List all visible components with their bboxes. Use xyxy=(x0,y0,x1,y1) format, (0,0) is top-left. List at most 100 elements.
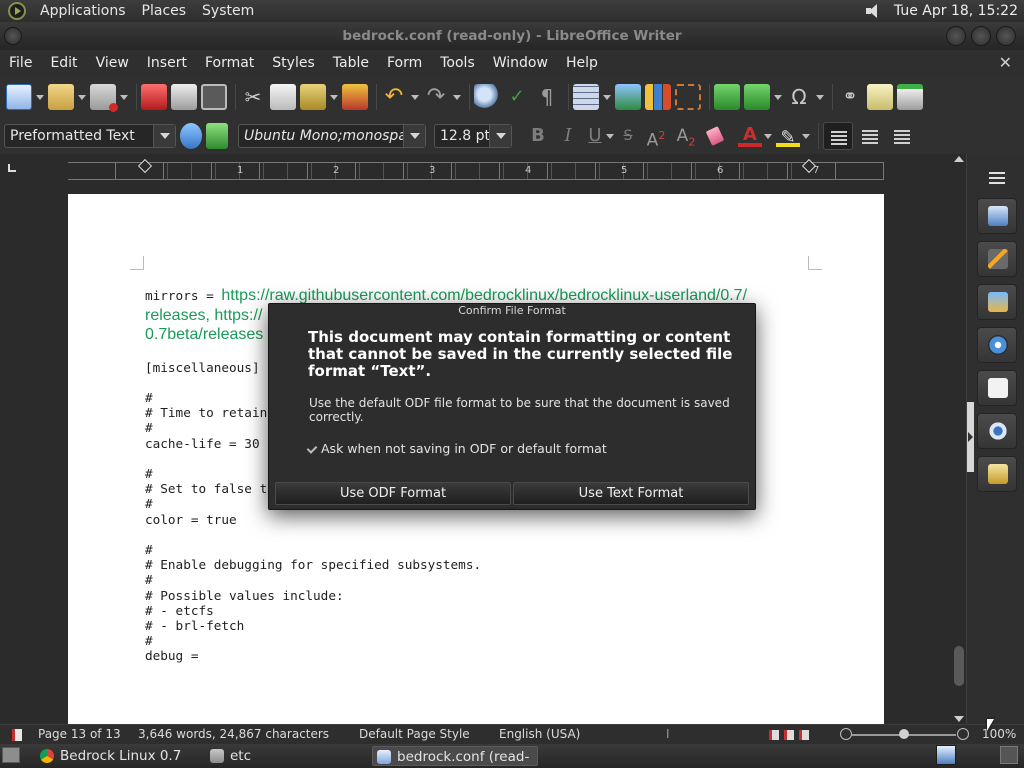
menu-insert[interactable]: Insert xyxy=(138,55,196,71)
zoom-slider-knob[interactable] xyxy=(899,729,909,739)
single-page-view-icon[interactable] xyxy=(769,730,779,740)
status-page-number[interactable]: Page 13 of 13 xyxy=(38,727,121,741)
menu-form[interactable]: Form xyxy=(378,55,431,71)
vertical-scrollbar[interactable] xyxy=(952,154,966,724)
undo-dropdown-icon[interactable] xyxy=(411,84,419,110)
mirror-link[interactable]: https://raw.githubusercontent.com/bedroc… xyxy=(221,287,747,304)
insert-chart-icon[interactable] xyxy=(645,84,671,110)
save-icon[interactable] xyxy=(90,84,118,112)
tab-stop-selector-icon[interactable] xyxy=(8,164,16,172)
underline-dropdown-icon[interactable] xyxy=(606,123,614,149)
status-language[interactable]: English (USA) xyxy=(499,727,580,741)
use-text-format-button[interactable]: Use Text Format xyxy=(513,482,749,505)
spelling-icon[interactable]: ✓ xyxy=(504,84,530,110)
sidebar-manage-changes-button[interactable] xyxy=(977,456,1017,492)
sidebar-styles-button[interactable] xyxy=(977,241,1017,277)
task-browser[interactable]: Bedrock Linux 0.7 P... xyxy=(36,746,200,766)
menu-edit[interactable]: Edit xyxy=(41,55,86,71)
horizontal-ruler[interactable]: 1 2 3 4 5 6 7 xyxy=(68,158,884,180)
multi-page-view-icon[interactable] xyxy=(784,730,794,740)
new-style-icon[interactable] xyxy=(206,123,228,149)
task-folder[interactable]: etc xyxy=(206,746,356,766)
close-document-icon[interactable]: ✕ xyxy=(999,53,1012,72)
maximize-button[interactable] xyxy=(971,26,991,46)
distro-logo-icon[interactable] xyxy=(8,2,26,20)
export-pdf-icon[interactable] xyxy=(141,84,167,110)
insert-textbox-icon[interactable] xyxy=(675,84,701,110)
cut-icon[interactable]: ✂ xyxy=(240,84,266,110)
undo-icon[interactable]: ↶ xyxy=(381,84,407,110)
insert-header-icon[interactable] xyxy=(897,84,923,110)
font-color-button[interactable]: A xyxy=(738,125,762,147)
font-color-dropdown-icon[interactable] xyxy=(764,123,772,149)
subscript-button[interactable]: A2 xyxy=(674,123,698,149)
special-character-icon[interactable]: Ω xyxy=(786,84,812,110)
update-style-icon[interactable] xyxy=(180,123,202,149)
mirror-link[interactable]: 0.7beta/releases xyxy=(145,326,263,343)
bold-button[interactable]: B xyxy=(526,123,550,149)
redo-dropdown-icon[interactable] xyxy=(453,84,461,110)
paragraph-style-combo[interactable]: Preformatted Text xyxy=(4,124,176,148)
ask-odf-checkbox[interactable]: Ask when not saving in ODF or default fo… xyxy=(306,441,607,456)
special-character-dropdown-icon[interactable] xyxy=(816,84,824,110)
mirror-link[interactable]: releases, https:// xyxy=(145,307,262,324)
hyperlink-icon[interactable]: ⚭ xyxy=(837,84,863,110)
menu-styles[interactable]: Styles xyxy=(263,55,323,71)
print-preview-icon[interactable] xyxy=(201,84,227,110)
formatting-marks-icon[interactable]: ¶ xyxy=(534,84,560,110)
align-center-icon[interactable] xyxy=(855,122,885,150)
use-odf-format-button[interactable]: Use ODF Format xyxy=(275,482,511,505)
volume-icon[interactable] xyxy=(864,3,884,19)
font-size-combo[interactable]: 12.8 pt xyxy=(434,124,512,148)
print-icon[interactable] xyxy=(171,84,197,110)
italic-button[interactable]: I xyxy=(556,123,580,149)
panel-menu-system[interactable]: System xyxy=(194,3,262,19)
checkmark-icon[interactable] xyxy=(306,443,318,455)
insert-table-icon[interactable] xyxy=(573,84,599,110)
align-left-icon[interactable] xyxy=(823,122,853,150)
underline-button[interactable]: U xyxy=(586,123,604,149)
sidebar-collapse-handle[interactable] xyxy=(967,402,974,472)
insert-page-break-icon[interactable] xyxy=(714,84,740,110)
sidebar-page-button[interactable] xyxy=(977,370,1017,406)
task-writer[interactable]: bedrock.conf (read-o... xyxy=(372,746,538,766)
highlight-button[interactable]: ✎ xyxy=(776,125,800,148)
tray-writer-icon[interactable] xyxy=(936,745,956,765)
chevron-down-icon[interactable] xyxy=(153,125,175,147)
menu-help[interactable]: Help xyxy=(557,55,607,71)
scrollbar-thumb[interactable] xyxy=(954,646,964,686)
panel-clock[interactable]: Tue Apr 18, 15:22 xyxy=(894,3,1018,19)
window-menu-button[interactable] xyxy=(4,27,22,45)
paste-dropdown-icon[interactable] xyxy=(330,84,338,110)
clone-formatting-icon[interactable] xyxy=(342,84,368,110)
font-name-combo[interactable]: Ubuntu Mono;monospace xyxy=(238,124,426,148)
clear-formatting-icon[interactable] xyxy=(705,126,725,146)
insert-footnote-icon[interactable] xyxy=(867,84,893,110)
strikethrough-button[interactable]: S xyxy=(618,123,638,149)
menu-tools[interactable]: Tools xyxy=(431,55,484,71)
scroll-down-icon[interactable] xyxy=(954,716,964,722)
sidebar-properties-button[interactable] xyxy=(977,198,1017,234)
zoom-out-icon[interactable] xyxy=(840,728,852,740)
highlight-dropdown-icon[interactable] xyxy=(802,123,810,149)
save-dropdown-icon[interactable] xyxy=(120,84,128,110)
field-dropdown-icon[interactable] xyxy=(774,84,782,110)
chevron-down-icon[interactable] xyxy=(489,125,511,147)
redo-icon[interactable]: ↷ xyxy=(423,84,449,110)
scroll-up-icon[interactable] xyxy=(954,156,964,162)
paste-icon[interactable] xyxy=(300,84,326,110)
table-dropdown-icon[interactable] xyxy=(603,84,611,110)
close-window-button[interactable] xyxy=(996,26,1016,46)
status-word-count[interactable]: 3,646 words, 24,867 characters xyxy=(138,727,329,741)
insert-image-icon[interactable] xyxy=(615,84,641,110)
book-view-icon[interactable] xyxy=(799,730,809,740)
sidebar-gallery-button[interactable] xyxy=(977,284,1017,320)
new-dropdown-icon[interactable] xyxy=(36,84,44,110)
sidebar-style-inspector-button[interactable] xyxy=(977,413,1017,449)
superscript-button[interactable]: A2 xyxy=(644,123,668,151)
align-right-icon[interactable] xyxy=(887,122,917,150)
new-document-icon[interactable] xyxy=(6,84,32,110)
panel-menu-places[interactable]: Places xyxy=(134,3,195,19)
insert-field-icon[interactable] xyxy=(744,84,770,110)
minimize-button[interactable] xyxy=(946,26,966,46)
